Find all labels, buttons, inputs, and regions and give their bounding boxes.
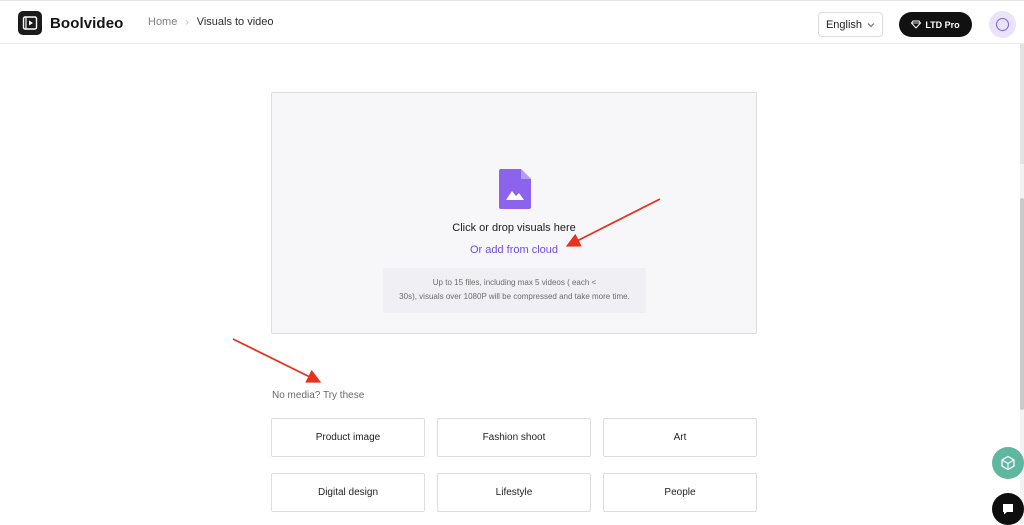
upload-note: Up to 15 files, including max 5 videos (… bbox=[383, 268, 646, 313]
help-button[interactable] bbox=[992, 447, 1024, 479]
breadcrumb-separator-icon: › bbox=[185, 16, 189, 28]
upload-dropzone[interactable]: Click or drop visuals here Or add from c… bbox=[271, 92, 757, 334]
top-bar: Boolvideo Home › Visuals to video Englis… bbox=[0, 0, 1024, 44]
chat-button[interactable] bbox=[992, 493, 1024, 525]
user-avatar[interactable] bbox=[989, 11, 1016, 38]
language-select[interactable]: English bbox=[818, 12, 883, 37]
arrow-to-suggestions bbox=[232, 338, 322, 383]
avatar-icon bbox=[996, 18, 1009, 31]
logo-icon bbox=[18, 11, 42, 35]
suggestion-digital-design[interactable]: Digital design bbox=[271, 473, 425, 512]
add-from-cloud-link[interactable]: Or add from cloud bbox=[272, 244, 756, 256]
suggestion-people[interactable]: People bbox=[603, 473, 757, 512]
suggestion-art[interactable]: Art bbox=[603, 418, 757, 457]
app-logo[interactable]: Boolvideo bbox=[18, 11, 123, 35]
upload-note-line-1: Up to 15 files, including max 5 videos (… bbox=[432, 278, 597, 287]
image-file-icon bbox=[499, 169, 531, 209]
upload-title: Click or drop visuals here bbox=[452, 222, 576, 234]
chevron-down-icon bbox=[867, 22, 875, 27]
scrollbar-upper bbox=[1020, 44, 1024, 164]
language-value: English bbox=[825, 18, 863, 31]
upload-note-line-2: 30s), visuals over 1080P will be compres… bbox=[399, 292, 630, 301]
breadcrumb-home[interactable]: Home bbox=[148, 16, 177, 28]
app-name: Boolvideo bbox=[50, 14, 124, 32]
diamond-icon bbox=[911, 20, 922, 29]
chat-icon bbox=[1003, 504, 1013, 515]
suggestion-product-image[interactable]: Product image bbox=[271, 418, 425, 457]
scrollbar-thumb[interactable] bbox=[1020, 198, 1024, 410]
suggestion-fashion-shoot[interactable]: Fashion shoot bbox=[437, 418, 591, 457]
breadcrumb-current: Visuals to video bbox=[196, 16, 274, 28]
cube-icon bbox=[1001, 455, 1015, 471]
suggestion-lifestyle[interactable]: Lifestyle bbox=[437, 473, 591, 512]
ltd-pro-label: LTD Pro bbox=[925, 19, 960, 30]
suggestions-heading: No media? Try these bbox=[272, 390, 365, 401]
ltd-pro-button[interactable]: LTD Pro bbox=[899, 12, 972, 37]
breadcrumb: Home › Visuals to video bbox=[148, 16, 274, 28]
page: Boolvideo Home › Visuals to video Englis… bbox=[0, 0, 1024, 525]
